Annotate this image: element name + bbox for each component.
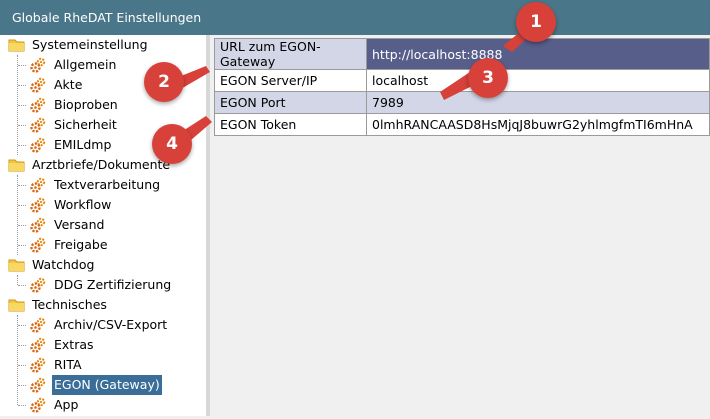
annotation-marker-1: 1 [516,2,556,42]
gear-icon [30,397,47,413]
tree-item-label: EMILdmp [54,137,112,152]
annotation-marker-3: 3 [468,58,508,98]
tree-item-label: Systemeinstellung [32,37,148,52]
property-value[interactable]: 7989 [366,91,710,114]
gear-icon [30,137,47,153]
tree-item-label: Watchdog [32,257,95,272]
gear-icon [30,57,47,73]
tree-connector [18,405,26,406]
tree-connector [18,85,26,86]
properties-grid[interactable]: URL zum EGON-Gateway http://localhost:88… [214,38,710,136]
tree-item-label: App [54,397,79,412]
tree-item-label: DDG Zertifizierung [54,277,172,292]
gear-icon [30,317,47,333]
tree-connector [17,175,18,255]
gear-icon [30,197,47,213]
tree-connector [18,65,26,66]
tree-item-label: Freigabe [54,237,108,252]
tree-item-label: Akte [54,77,83,92]
tree-connector [18,185,26,186]
tree-connector [17,315,18,405]
tree-item-label: Technisches [32,297,107,312]
tree-connector [18,125,26,126]
property-key: EGON Port [214,91,367,114]
tree-item-label: Archiv/CSV-Export [54,317,168,332]
folder-icon [8,157,25,173]
annotation-marker-4: 4 [152,124,192,164]
properties-panel: URL zum EGON-Gateway http://localhost:88… [210,35,710,416]
tree-connector [18,145,26,146]
tree-item-label: Bioproben [54,97,118,112]
gear-icon [30,77,47,93]
tree-item-label: Arztbriefe/Dokumente [32,157,171,172]
gear-icon [30,357,47,373]
gear-icon [30,177,47,193]
annotation-marker-2: 2 [144,62,184,102]
property-row[interactable]: EGON Server/IP localhost [214,69,710,92]
tree-connector [18,285,26,286]
tree-item-label: Textverarbeitung [54,177,161,192]
tree-item-label: Workflow [54,197,112,212]
property-row[interactable]: EGON Token 0lmhRANCAASD8HsMjqJ8buwrG2yhl… [214,113,710,136]
tree-connector [18,365,26,366]
gear-icon [30,377,47,393]
gear-icon [30,337,47,353]
tree-connector [18,325,26,326]
tree-item-label: Extras [54,337,94,352]
folder-icon [8,297,25,313]
title-bar: Globale RheDAT Einstellungen [0,0,710,35]
gear-icon [30,237,47,253]
tree-item-label: EGON (Gateway) [52,375,162,395]
property-key: EGON Token [214,113,367,136]
folder-icon [8,257,25,273]
gear-icon [30,217,47,233]
tree-item-label: RITA [54,357,82,372]
gear-icon [30,117,47,133]
tree-connector [18,245,26,246]
window-title: Globale RheDAT Einstellungen [12,10,202,25]
tree-item-label: Sicherheit [54,117,117,132]
property-value[interactable]: localhost [366,69,710,92]
tree-connector [17,275,18,285]
folder-icon [8,37,25,53]
property-key: URL zum EGON-Gateway [214,38,367,70]
property-value[interactable]: 0lmhRANCAASD8HsMjqJ8buwrG2yhlmgfmTI6mHnA [366,113,710,136]
tree-item-label: Allgemein [54,57,117,72]
tree-connector [18,345,26,346]
gear-icon [30,97,47,113]
property-value[interactable]: http://localhost:8888 [366,38,710,70]
tree-connector [18,105,26,106]
tree-connector [18,385,26,386]
property-key: EGON Server/IP [214,69,367,92]
gear-icon [30,277,47,293]
tree-item-label: Versand [54,217,105,232]
property-row[interactable]: URL zum EGON-Gateway http://localhost:88… [214,38,710,70]
tree-connector [18,225,26,226]
property-row[interactable]: EGON Port 7989 [214,91,710,114]
tree-connector [18,205,26,206]
